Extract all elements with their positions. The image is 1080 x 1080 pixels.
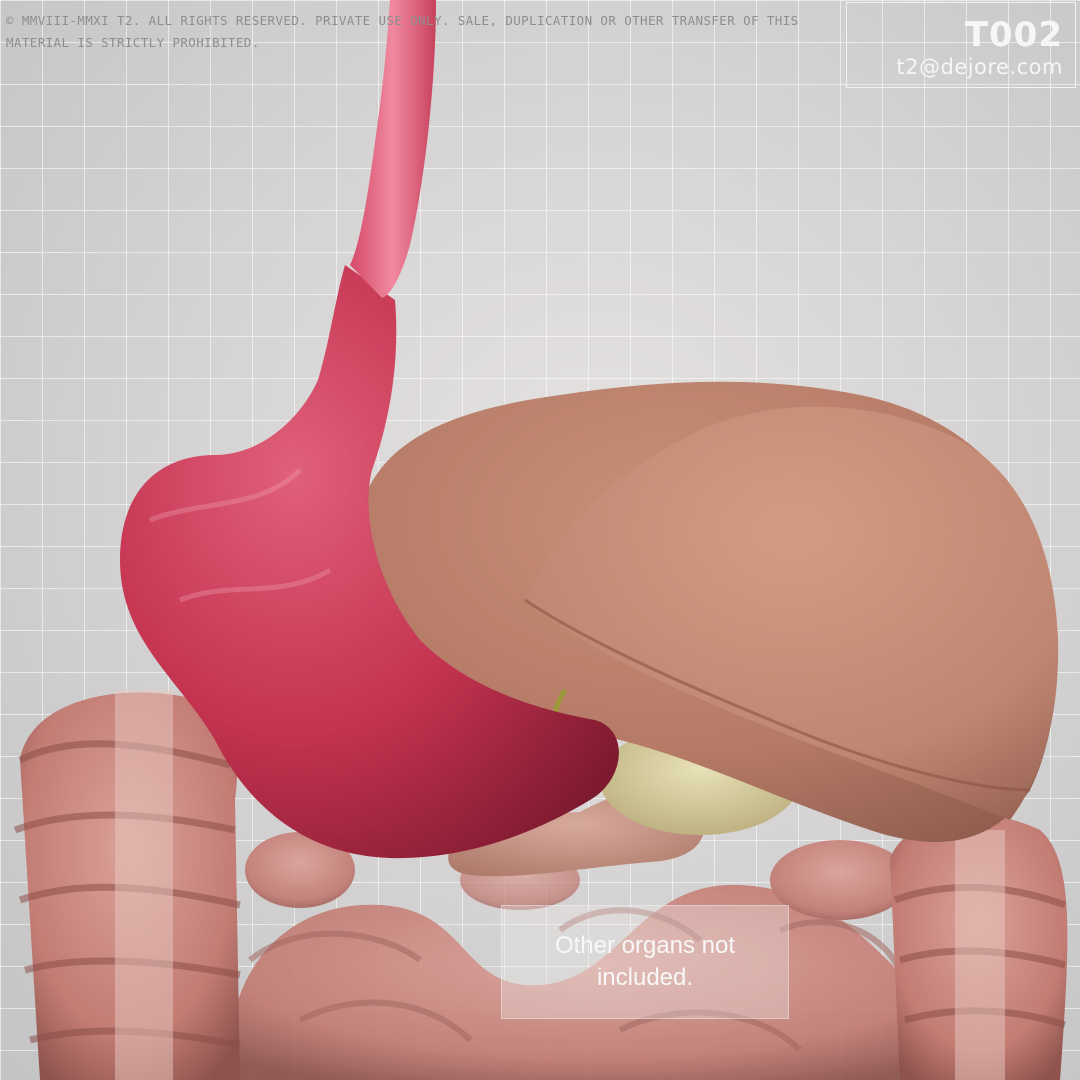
- brand-watermark-box: T002 t2@dejore.com: [846, 2, 1076, 88]
- product-code: T002: [964, 15, 1063, 55]
- caption-text: Other organs not included.: [554, 932, 736, 991]
- caption-note: Other organs not included.: [501, 905, 789, 1019]
- copyright-watermark: © MMVIII-MMXI T2. ALL RIGHTS RESERVED. P…: [6, 13, 799, 50]
- render-stage: © MMVIII-MMXI T2. ALL RIGHTS RESERVED. P…: [0, 0, 1080, 1080]
- brand-email: t2@dejore.com: [896, 55, 1063, 79]
